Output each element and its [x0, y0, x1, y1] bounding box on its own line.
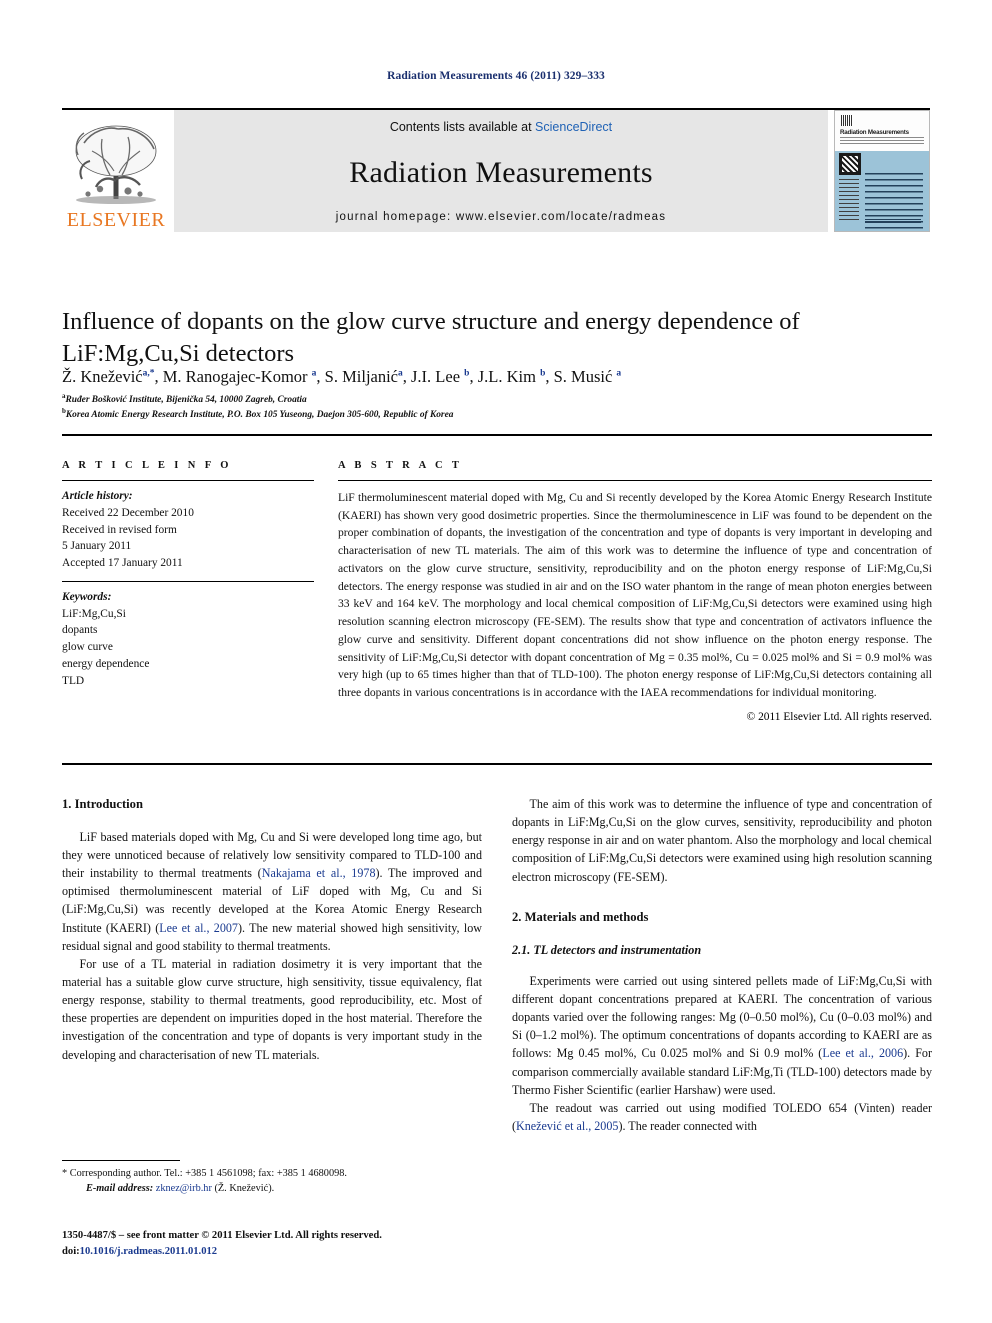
section-heading-materials: 2. Materials and methods	[512, 909, 649, 924]
citation-link[interactable]: Nakajama et al., 1978	[262, 866, 376, 880]
article-history: Article history: Received 22 December 20…	[62, 488, 314, 572]
paragraph: The readout was carried out using modifi…	[512, 1099, 932, 1135]
footnote-block: * Corresponding author. Tel.: +385 1 456…	[62, 1160, 482, 1196]
footnote-divider	[62, 1160, 180, 1161]
header-divider-top	[62, 434, 932, 436]
affiliation-item: bKorea Atomic Energy Research Institute,…	[62, 407, 454, 421]
history-line: Received in revised form	[62, 523, 177, 536]
history-line: Accepted 17 January 2011	[62, 557, 183, 570]
doi-line: doi:10.1016/j.radmeas.2011.01.012	[62, 1244, 522, 1260]
cover-title: Radiation Measurements	[840, 129, 909, 136]
cover-barcode-icon	[841, 115, 853, 126]
paragraph: Experiments were carried out using sinte…	[512, 972, 932, 1099]
affiliation-list: aRuđer Bošković Institute, Bijenička 54,…	[62, 392, 932, 423]
keyword-item: energy dependence	[62, 657, 150, 670]
journal-masthead: ELSEVIER Contents lists available at Sci…	[62, 108, 930, 232]
journal-homepage-line[interactable]: journal homepage: www.elsevier.com/locat…	[336, 211, 666, 223]
body-column-right: The aim of this work was to determine th…	[512, 795, 932, 1135]
colophon-block: 1350-4487/$ – see front matter © 2011 El…	[62, 1228, 522, 1260]
citation-link[interactable]: Lee et al., 2006	[822, 1046, 903, 1060]
affiliation-marker: b	[62, 407, 66, 416]
abstract-block: A B S T R A C T LiF thermoluminescent ma…	[338, 460, 932, 723]
elsevier-logo: ELSEVIER	[62, 110, 170, 232]
doi-label: doi:	[62, 1245, 80, 1257]
subsection-heading-tl-detectors: 2.1. TL detectors and instrumentation	[512, 942, 702, 957]
keyword-item: TLD	[62, 674, 85, 687]
cover-subtitle-lines	[840, 137, 924, 144]
citation-link[interactable]: Knežević et al., 2005	[516, 1119, 618, 1133]
journal-band: Contents lists available at ScienceDirec…	[174, 110, 828, 232]
paragraph-text: The aim of this work was to determine th…	[512, 797, 932, 884]
corresponding-author-note: * Corresponding author. Tel.: +385 1 456…	[62, 1168, 347, 1179]
contents-lists-line: Contents lists available at ScienceDirec…	[390, 120, 612, 134]
abstract-text: LiF thermoluminescent material doped wit…	[338, 491, 932, 700]
contents-lists-prefix: Contents lists available at	[389, 120, 536, 134]
cover-footer-lines	[865, 219, 921, 223]
history-line: 5 January 2011	[62, 540, 132, 553]
email-label: E-mail address:	[86, 1183, 154, 1195]
keywords-label: Keywords:	[62, 590, 112, 603]
affiliation-item: aRuđer Bošković Institute, Bijenička 54,…	[62, 392, 307, 406]
article-info-heading: A R T I C L E I N F O	[62, 460, 232, 471]
email-note: E-mail address: zknez@irb.hr (Ž. Kneževi…	[62, 1181, 482, 1196]
abstract-copyright: © 2011 Elsevier Ltd. All rights reserved…	[746, 710, 932, 723]
affiliation-marker: a	[62, 392, 66, 400]
cover-content-lines	[865, 173, 923, 231]
paragraph-text: For use of a TL material in radiation do…	[62, 956, 482, 1062]
journal-article-page: Radiation Measurements 46 (2011) 329–333	[0, 0, 992, 1323]
paragraph: LiF based materials doped with Mg, Cu an…	[62, 828, 482, 955]
paragraph: For use of a TL material in radiation do…	[62, 955, 482, 1064]
section-heading-introduction: 1. Introduction	[62, 797, 143, 811]
abstract-heading: A B S T R A C T	[338, 460, 463, 471]
email-suffix: (Ž. Knežević).	[211, 1183, 275, 1195]
elsevier-wordmark: ELSEVIER	[66, 209, 166, 231]
article-info-block: A R T I C L E I N F O Article history: R…	[62, 460, 314, 689]
journal-title: Radiation Measurements	[349, 155, 653, 189]
keyword-item: glow curve	[62, 641, 113, 654]
page-title: Influence of dopants on the glow curve s…	[62, 308, 800, 367]
abstract-divider	[338, 480, 932, 481]
cover-logo-icon	[839, 153, 861, 175]
paragraph: The aim of this work was to determine th…	[512, 795, 932, 886]
history-line: Received 22 December 2010	[62, 506, 194, 519]
keywords-divider	[62, 580, 314, 582]
keyword-item: dopants	[62, 624, 98, 637]
citation-link[interactable]: Lee et al., 2007	[159, 921, 238, 935]
keyword-item: LiF:Mg,Cu,Si	[62, 607, 126, 620]
paragraph-text: ). The reader connected with	[618, 1119, 757, 1134]
keywords-block: Keywords: LiF:Mg,Cu,Si dopants glow curv…	[62, 589, 314, 690]
cover-left-column-lines	[839, 179, 859, 221]
doi-link[interactable]: 10.1016/j.radmeas.2011.01.012	[80, 1246, 217, 1257]
header-divider-bottom	[62, 763, 932, 765]
body-column-left: 1. Introduction LiF based materials dope…	[62, 795, 482, 1064]
article-history-label: Article history:	[62, 490, 133, 502]
article-info-divider	[62, 480, 314, 481]
sciencedirect-link[interactable]: ScienceDirect	[535, 120, 612, 134]
author-list: Ž. Kneževića,*, M. Ranogajec-Komor a, S.…	[62, 367, 622, 386]
email-link[interactable]: zknez@irb.hr	[156, 1183, 212, 1194]
issn-copyright-line: 1350-4487/$ – see front matter © 2011 El…	[62, 1230, 382, 1241]
journal-cover-thumbnail: Radiation Measurements	[834, 110, 930, 232]
elsevier-tree-icon	[75, 125, 157, 204]
running-head: Radiation Measurements 46 (2011) 329–333	[387, 70, 605, 82]
